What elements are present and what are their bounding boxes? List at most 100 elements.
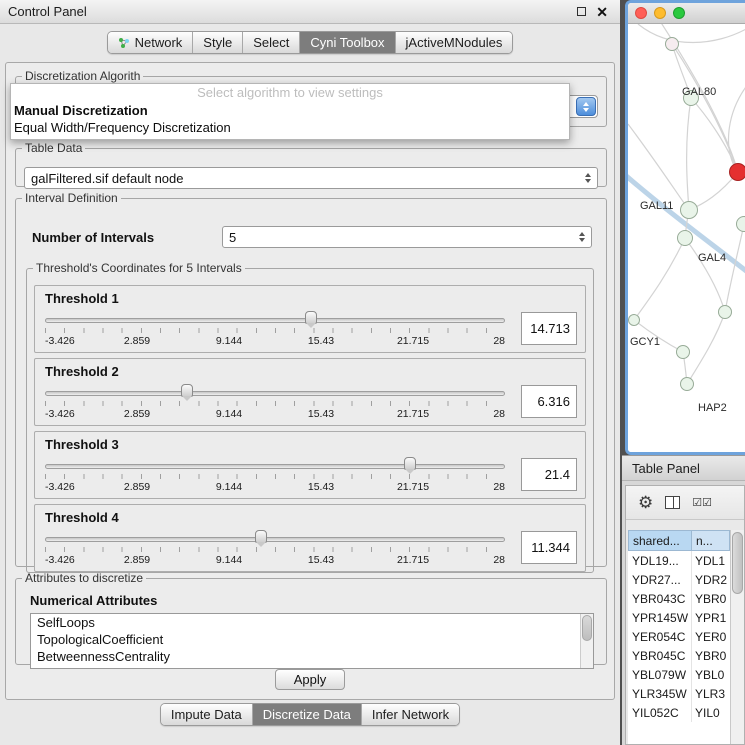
select-columns-icon[interactable]: ☑☑ bbox=[692, 496, 712, 509]
close-icon[interactable]: ✕ bbox=[596, 5, 608, 19]
scale-label: -3.426 bbox=[45, 335, 75, 347]
table-scrollbar[interactable] bbox=[730, 530, 744, 744]
attribute-list-item[interactable]: BetweennessCentrality bbox=[31, 648, 593, 665]
threshold-slider[interactable]: -3.4262.8599.14415.4321.71528 bbox=[43, 525, 507, 569]
mac-close-button[interactable] bbox=[635, 7, 647, 19]
top-tab-bar: NetworkStyleSelectCyni ToolboxjActiveMNo… bbox=[0, 31, 620, 54]
tab-cyni-toolbox[interactable]: Cyni Toolbox bbox=[300, 32, 395, 53]
node-table: shared...n... YDL19...YDL1YDR27...YDR2YB… bbox=[628, 530, 730, 744]
app-root: Control Panel ✕ NetworkStyleSelectCyni T… bbox=[0, 0, 745, 745]
tab-infer-network[interactable]: Infer Network bbox=[362, 704, 459, 725]
algorithm-option[interactable]: Manual Discretization bbox=[11, 102, 569, 119]
scale-label: 21.715 bbox=[397, 335, 429, 347]
table-row[interactable]: YBR045CYBR0 bbox=[628, 646, 730, 665]
scale-label: 28 bbox=[493, 408, 505, 420]
combo-stepper-icon[interactable] bbox=[575, 232, 591, 242]
table-row[interactable]: YPR145WYPR1 bbox=[628, 608, 730, 627]
algorithm-dropdown-list: Select algorithm to view settings Manual… bbox=[10, 83, 570, 140]
slider-track bbox=[45, 318, 505, 323]
attribute-list-item[interactable]: TopologicalCoefficient bbox=[31, 631, 593, 648]
threshold-slider[interactable]: -3.4262.8599.14415.4321.71528 bbox=[43, 306, 507, 350]
table-row[interactable]: YLR345WYLR3 bbox=[628, 684, 730, 703]
list-scrollbar[interactable] bbox=[580, 614, 593, 668]
threshold-label: Threshold 3 bbox=[45, 437, 577, 452]
interval-definition-group: Interval Definition Number of Intervals … bbox=[15, 191, 607, 567]
scale-label: -3.426 bbox=[45, 554, 75, 566]
network-node[interactable] bbox=[665, 37, 679, 51]
discretize-data-panel: Discretization Algorith Select algorithm… bbox=[5, 62, 615, 700]
threshold-value-field[interactable]: 21.4 bbox=[521, 458, 577, 491]
scale-label: 9.144 bbox=[216, 554, 242, 566]
mac-zoom-button[interactable] bbox=[673, 7, 685, 19]
table-panel-body: ⚙ ☑☑ shared...n... YDL19...YDL1YDR27...Y… bbox=[625, 485, 745, 745]
network-node[interactable] bbox=[628, 314, 640, 326]
table-row[interactable]: YER054CYER0 bbox=[628, 627, 730, 646]
network-node[interactable] bbox=[676, 345, 690, 359]
table-row[interactable]: YIL052CYIL0 bbox=[628, 703, 730, 722]
control-panel-titlebar[interactable]: Control Panel ✕ bbox=[0, 0, 620, 24]
table-cell: YDR27... bbox=[628, 570, 692, 589]
attributes-list[interactable]: SelfLoopsTopologicalCoefficientBetweenne… bbox=[30, 613, 594, 669]
apply-button[interactable]: Apply bbox=[275, 669, 346, 690]
scale-label: -3.426 bbox=[45, 408, 75, 420]
table-row[interactable]: YDL19...YDL1 bbox=[628, 551, 730, 570]
table-cell: YBR043C bbox=[628, 589, 692, 608]
network-node[interactable] bbox=[729, 163, 745, 181]
settings-gear-icon[interactable]: ⚙ bbox=[638, 494, 653, 511]
network-canvas[interactable]: GAL80GAL11GAL4GCY1HAP2 bbox=[628, 24, 745, 452]
slider-scale: -3.4262.8599.14415.4321.71528 bbox=[45, 408, 505, 420]
network-node[interactable] bbox=[736, 216, 745, 232]
scale-label: -3.426 bbox=[45, 481, 75, 493]
slider-thumb[interactable] bbox=[255, 530, 267, 543]
slider-thumb[interactable] bbox=[181, 384, 193, 397]
threshold-label: Threshold 1 bbox=[45, 291, 577, 306]
network-node[interactable] bbox=[677, 230, 693, 246]
float-window-icon[interactable] bbox=[577, 7, 586, 16]
slider-track bbox=[45, 391, 505, 396]
threshold-slider[interactable]: -3.4262.8599.14415.4321.71528 bbox=[43, 379, 507, 423]
network-node[interactable] bbox=[680, 377, 694, 391]
tab-style[interactable]: Style bbox=[193, 32, 243, 53]
tab-jactivemnodules[interactable]: jActiveMNodules bbox=[396, 32, 513, 53]
combo-stepper-icon[interactable] bbox=[581, 173, 597, 183]
scale-label: 15.43 bbox=[308, 481, 334, 493]
table-row[interactable]: YBR043CYBR0 bbox=[628, 589, 730, 608]
combobox-arrows-icon[interactable] bbox=[576, 97, 596, 116]
table-cell: YLR3 bbox=[692, 687, 730, 701]
network-window-titlebar[interactable] bbox=[628, 3, 745, 24]
attribute-list-item[interactable]: SelfLoops bbox=[31, 614, 593, 631]
slider-thumb[interactable] bbox=[404, 457, 416, 470]
scale-label: 2.859 bbox=[124, 335, 150, 347]
network-node[interactable] bbox=[718, 305, 732, 319]
slider-thumb[interactable] bbox=[305, 311, 317, 324]
columns-icon[interactable] bbox=[665, 496, 680, 509]
threshold-value-field[interactable]: 6.316 bbox=[521, 385, 577, 418]
table-row[interactable]: YBL079WYBL0 bbox=[628, 665, 730, 684]
table-row[interactable]: YDR27...YDR2 bbox=[628, 570, 730, 589]
scrollbar-thumb[interactable] bbox=[732, 532, 743, 594]
threshold-value-field[interactable]: 11.344 bbox=[521, 531, 577, 564]
algorithm-option[interactable]: Equal Width/Frequency Discretization bbox=[11, 119, 569, 136]
table-data-title: Table Data bbox=[22, 141, 85, 155]
discretization-algorithm-title: Discretization Algorith bbox=[22, 69, 143, 83]
network-node-label: HAP2 bbox=[698, 402, 727, 414]
threshold-slider[interactable]: -3.4262.8599.14415.4321.71528 bbox=[43, 452, 507, 496]
network-node[interactable] bbox=[680, 201, 698, 219]
tab-discretize-data[interactable]: Discretize Data bbox=[253, 704, 362, 725]
num-intervals-label: Number of Intervals bbox=[32, 230, 222, 245]
threshold-value-field[interactable]: 14.713 bbox=[521, 312, 577, 345]
number-of-intervals-row: Number of Intervals 5 bbox=[32, 225, 592, 249]
network-node-label: GAL11 bbox=[640, 200, 673, 212]
num-intervals-combobox[interactable]: 5 bbox=[222, 226, 592, 248]
tab-impute-data[interactable]: Impute Data bbox=[161, 704, 253, 725]
mac-minimize-button[interactable] bbox=[654, 7, 666, 19]
tab-network[interactable]: Network bbox=[108, 32, 194, 53]
tab-select[interactable]: Select bbox=[243, 32, 300, 53]
table-cell: YBR0 bbox=[692, 649, 730, 663]
network-view-window: GAL80GAL11GAL4GCY1HAP2 bbox=[625, 0, 745, 455]
table-data-combobox[interactable]: galFiltered.sif default node bbox=[24, 167, 598, 189]
scrollbar-thumb[interactable] bbox=[582, 615, 592, 641]
column-header[interactable]: shared... bbox=[628, 530, 692, 551]
column-header[interactable]: n... bbox=[692, 530, 730, 551]
table-cell: YDR2 bbox=[692, 573, 730, 587]
